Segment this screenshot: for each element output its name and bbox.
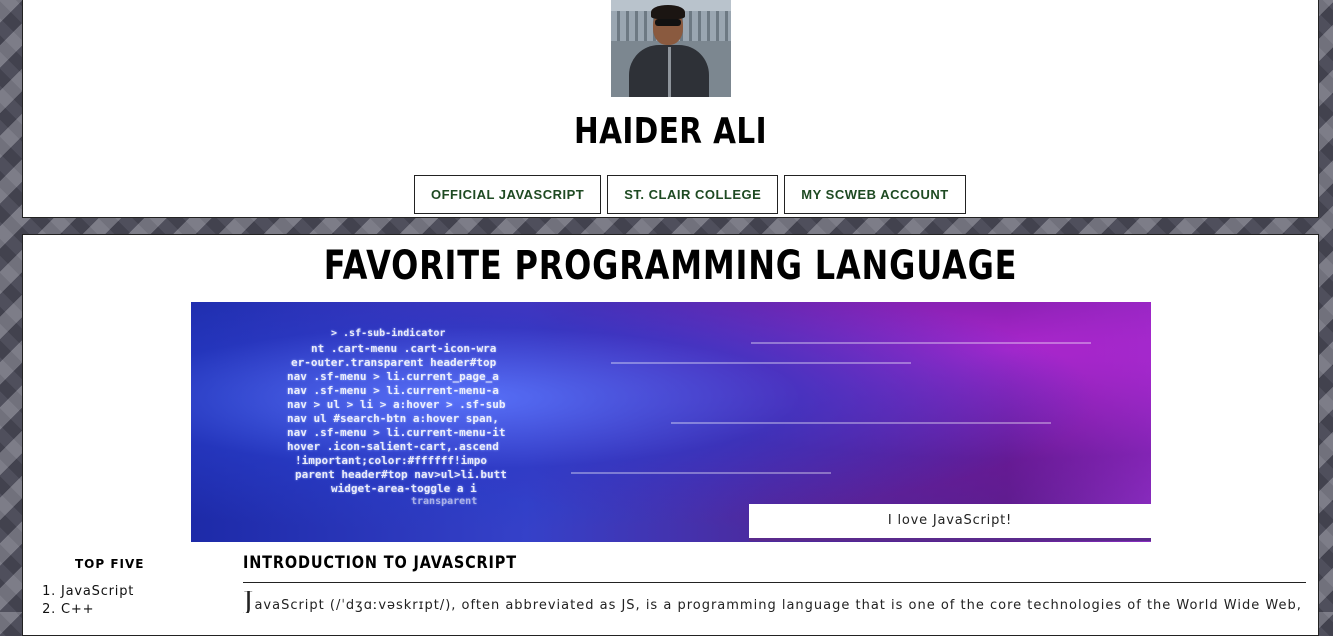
section-title: FAVORITE PROGRAMMING LANGUAGE bbox=[323, 243, 1018, 289]
article-paragraph: JavaScript (/ˈdʒɑːvəskrɪpt/), often abbr… bbox=[243, 591, 1306, 613]
code-line: nav .sf-menu > li.current-menu-a bbox=[287, 384, 499, 397]
code-line: nav ul #search-btn a:hover span, bbox=[287, 412, 499, 425]
code-line: er-outer.transparent header#top bbox=[291, 356, 497, 369]
hero-image: > .sf-sub-indicator nt .cart-menu .cart-… bbox=[191, 302, 1151, 542]
list-item: C++ bbox=[61, 601, 134, 619]
drop-cap: J bbox=[243, 591, 255, 613]
code-line: parent header#top nav>ul>li.butt bbox=[295, 468, 507, 481]
divider bbox=[243, 582, 1306, 583]
header-panel: HAIDER ALI OFFICIAL JAVASCRIPT ST. CLAIR… bbox=[22, 0, 1319, 218]
code-line: transparent bbox=[411, 496, 478, 507]
official-javascript-link[interactable]: OFFICIAL JAVASCRIPT bbox=[414, 175, 602, 214]
article-heading: INTRODUCTION TO JAVASCRIPT bbox=[243, 553, 517, 573]
code-line: hover .icon-salient-cart,.ascend bbox=[287, 440, 499, 453]
my-scweb-account-link[interactable]: MY SCWEB ACCOUNT bbox=[784, 175, 966, 214]
code-line: nav > ul > li > a:hover > .sf-sub bbox=[287, 398, 506, 411]
code-line: nt .cart-menu .cart-icon-wra bbox=[311, 342, 497, 355]
list-item: JavaScript bbox=[61, 583, 134, 601]
code-line: nav .sf-menu > li.current_page_a bbox=[287, 370, 499, 383]
st-clair-college-link[interactable]: ST. CLAIR COLLEGE bbox=[607, 175, 779, 214]
article-text: avaScript (/ˈdʒɑːvəskrɪpt/), often abbre… bbox=[254, 598, 1302, 613]
code-line: !important;color:#ffffff!impo bbox=[295, 454, 488, 467]
top-five-list: JavaScript C++ bbox=[41, 583, 134, 619]
hero-caption: I love JavaScript! bbox=[749, 504, 1151, 541]
code-line: nav .sf-menu > li.current-menu-it bbox=[287, 426, 506, 439]
code-line: widget-area-toggle a i bbox=[331, 482, 477, 495]
avatar bbox=[611, 0, 731, 97]
page-title: HAIDER ALI bbox=[574, 111, 767, 152]
code-line: > .sf-sub-indicator bbox=[331, 328, 446, 339]
top-five-heading: TOP FIVE bbox=[75, 557, 145, 571]
nav-bar: OFFICIAL JAVASCRIPT ST. CLAIR COLLEGE MY… bbox=[414, 175, 966, 214]
main-panel: FAVORITE PROGRAMMING LANGUAGE > .sf-sub-… bbox=[22, 234, 1319, 636]
